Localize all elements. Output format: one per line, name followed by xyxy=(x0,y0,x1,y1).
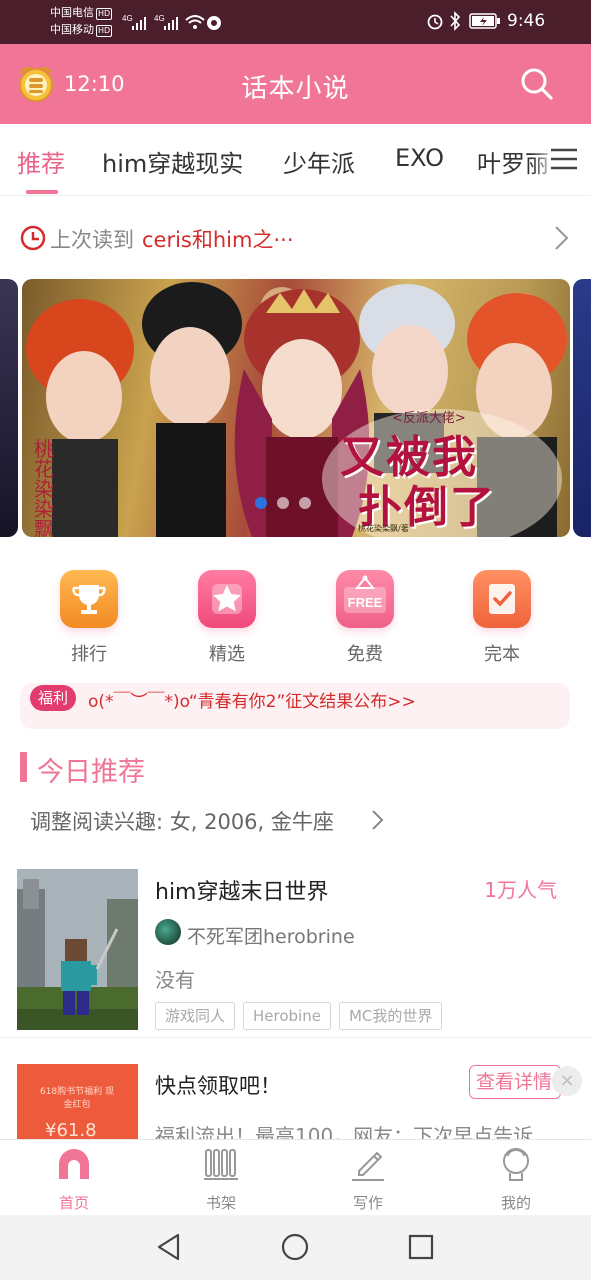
nav-profile[interactable]: 我的 xyxy=(466,1146,566,1213)
welfare-badge: 福利 xyxy=(30,685,77,711)
book-description: 没有 xyxy=(155,968,195,992)
checkbook-icon xyxy=(473,570,531,628)
carousel-dot[interactable] xyxy=(277,497,289,509)
completed-button[interactable]: 完本 xyxy=(457,568,547,666)
ad-card[interactable]: 618购书节福利 现金红包 ¥61.8 快点领取吧！ 查看详情 × 福利流出！最… xyxy=(0,1048,591,1140)
nav-home-label: 首页 xyxy=(58,1194,89,1212)
welfare-text[interactable]: o(*￣︶￣*)o“青春有你2”征文结果公布>> xyxy=(88,687,416,712)
category-tabs: 推荐 him穿越现实 少年派 EXO 叶罗丽 xyxy=(0,124,591,196)
ad-cover[interactable]: 618购书节福利 现金红包 ¥61.8 xyxy=(17,1064,138,1140)
app-header: 12:10 话本小说 xyxy=(0,44,591,124)
chevron-right-icon[interactable] xyxy=(551,224,571,252)
featured-label: 精选 xyxy=(209,644,245,665)
carrier-2: 中国移动 HD xyxy=(50,23,113,37)
featured-button[interactable]: 精选 xyxy=(182,568,272,666)
carousel-dot[interactable] xyxy=(299,497,311,509)
book-cover[interactable] xyxy=(17,869,138,1030)
banner-author: 桃花染染飘/著 xyxy=(358,524,409,533)
chevron-right-icon[interactable] xyxy=(370,808,384,832)
menu-icon[interactable] xyxy=(549,146,579,172)
tab-him-time-travel[interactable]: him穿越现实 xyxy=(102,144,243,179)
book-card[interactable]: him穿越末日世界 1万人气 不死军团herobrine 没有 游戏同人 Her… xyxy=(0,866,591,1038)
close-icon[interactable]: × xyxy=(552,1066,582,1096)
last-read-book-title[interactable]: ceris和him之··· xyxy=(142,224,294,254)
book-cover-art xyxy=(17,869,138,1030)
ranking-label: 排行 xyxy=(71,644,107,665)
system-navigation xyxy=(0,1215,591,1280)
status-bar: 中国电信 HD 中国移动 HD 4G 4G 9:46 xyxy=(0,0,591,44)
completed-label: 完本 xyxy=(484,644,520,665)
ad-title[interactable]: 快点领取吧！ xyxy=(155,1070,281,1100)
banner-vertical-author: 桃花染染飘 xyxy=(34,437,54,537)
view-details-button[interactable]: 查看详情 xyxy=(469,1065,561,1099)
app-screen: 中国电信 HD 中国移动 HD 4G 4G 9:46 12:10 话本小说 推荐… xyxy=(0,0,591,1280)
book-popularity: 1万人气 xyxy=(484,878,557,902)
recents-icon[interactable] xyxy=(406,1232,436,1262)
signal-icon: 4G 4G xyxy=(122,14,221,30)
tab-exo[interactable]: EXO xyxy=(395,144,444,172)
book-tags: 游戏同人 Herobine MC我的世界 xyxy=(155,1002,443,1030)
today-recommend-title: 今日推荐 xyxy=(37,757,145,788)
profile-icon xyxy=(503,1148,529,1181)
quick-menu: 排行 精选 FREE 免费 完本 xyxy=(0,568,591,668)
ad-cover-price: ¥61.8 xyxy=(45,1120,97,1140)
free-sign-text: FREE xyxy=(347,595,383,610)
nav-bookshelf[interactable]: 书架 xyxy=(171,1146,271,1213)
clock-icon xyxy=(20,225,46,251)
author-name[interactable]: 不死军团herobrine xyxy=(187,922,355,949)
book-tag[interactable]: 游戏同人 xyxy=(155,1002,236,1030)
carrier-1-label: 中国电信 xyxy=(50,6,94,19)
search-icon[interactable] xyxy=(519,66,555,102)
status-time: 9:46 xyxy=(507,11,546,31)
last-read-bar[interactable]: 上次读到 ceris和him之··· xyxy=(0,208,591,268)
free-button[interactable]: FREE 免费 xyxy=(320,568,410,666)
app-title: 话本小说 xyxy=(241,74,350,104)
bookshelf-icon xyxy=(204,1149,238,1180)
section-marker xyxy=(20,752,27,782)
ad-cover-text: 618购书节福利 现金红包 xyxy=(39,1087,115,1110)
free-label: 免费 xyxy=(347,644,383,665)
banner-next-peek[interactable] xyxy=(573,279,591,537)
ad-description: 福利流出！最高100，网友：下次早点告诉 xyxy=(155,1124,534,1140)
hd-badge: HD xyxy=(96,25,113,37)
tab-youth[interactable]: 少年派 xyxy=(283,144,355,179)
svg-text:4G: 4G xyxy=(154,14,165,23)
bluetooth-icon xyxy=(450,11,461,31)
battery-icon xyxy=(469,13,500,29)
carrier-2-label: 中国移动 xyxy=(50,23,94,36)
nav-write[interactable]: 写作 xyxy=(318,1146,418,1213)
tab-recommend[interactable]: 推荐 xyxy=(17,144,65,179)
back-icon[interactable] xyxy=(154,1232,184,1262)
home-circle-icon[interactable] xyxy=(280,1232,310,1262)
welfare-notice[interactable]: 福利 o(*￣︶￣*)o“青春有你2”征文结果公布>> xyxy=(20,683,570,729)
banner-slide[interactable]: 桃花染染飘 <反派大佬> 又被我 扑倒了 桃花染染飘/著 xyxy=(22,279,570,537)
nav-bookshelf-label: 书架 xyxy=(205,1194,236,1212)
bottom-navigation: 首页 书架 写作 我的 xyxy=(0,1139,591,1215)
home-icon xyxy=(59,1149,89,1179)
banner-prev-peek[interactable] xyxy=(0,279,18,537)
carousel-dot[interactable] xyxy=(255,497,267,509)
last-read-label: 上次读到 xyxy=(50,228,134,252)
alarm-status-icon xyxy=(427,14,443,30)
book-tag[interactable]: Herobine xyxy=(243,1002,331,1030)
free-sign-icon: FREE xyxy=(336,570,394,628)
nav-profile-label: 我的 xyxy=(500,1194,531,1212)
book-title[interactable]: him穿越末日世界 xyxy=(155,874,329,906)
trophy-icon xyxy=(60,570,118,628)
banner-carousel[interactable]: 桃花染染飘 <反派大佬> 又被我 扑倒了 桃花染染飘/著 xyxy=(0,279,591,539)
book-tag[interactable]: MC我的世界 xyxy=(338,1002,443,1030)
nav-home[interactable]: 首页 xyxy=(24,1146,124,1213)
avatar[interactable] xyxy=(155,919,181,945)
star-icon xyxy=(198,570,256,628)
pencil-icon xyxy=(352,1151,384,1181)
reading-interest-link[interactable]: 调整阅读兴趣: 女, 2006, 金牛座 xyxy=(30,806,334,836)
nav-write-label: 写作 xyxy=(352,1194,383,1212)
carousel-dots xyxy=(255,497,311,509)
ranking-button[interactable]: 排行 xyxy=(44,568,134,666)
carrier-1: 中国电信 HD xyxy=(50,6,113,20)
svg-text:4G: 4G xyxy=(122,14,133,23)
hd-badge: HD xyxy=(96,8,113,20)
active-tab-indicator xyxy=(26,190,58,194)
